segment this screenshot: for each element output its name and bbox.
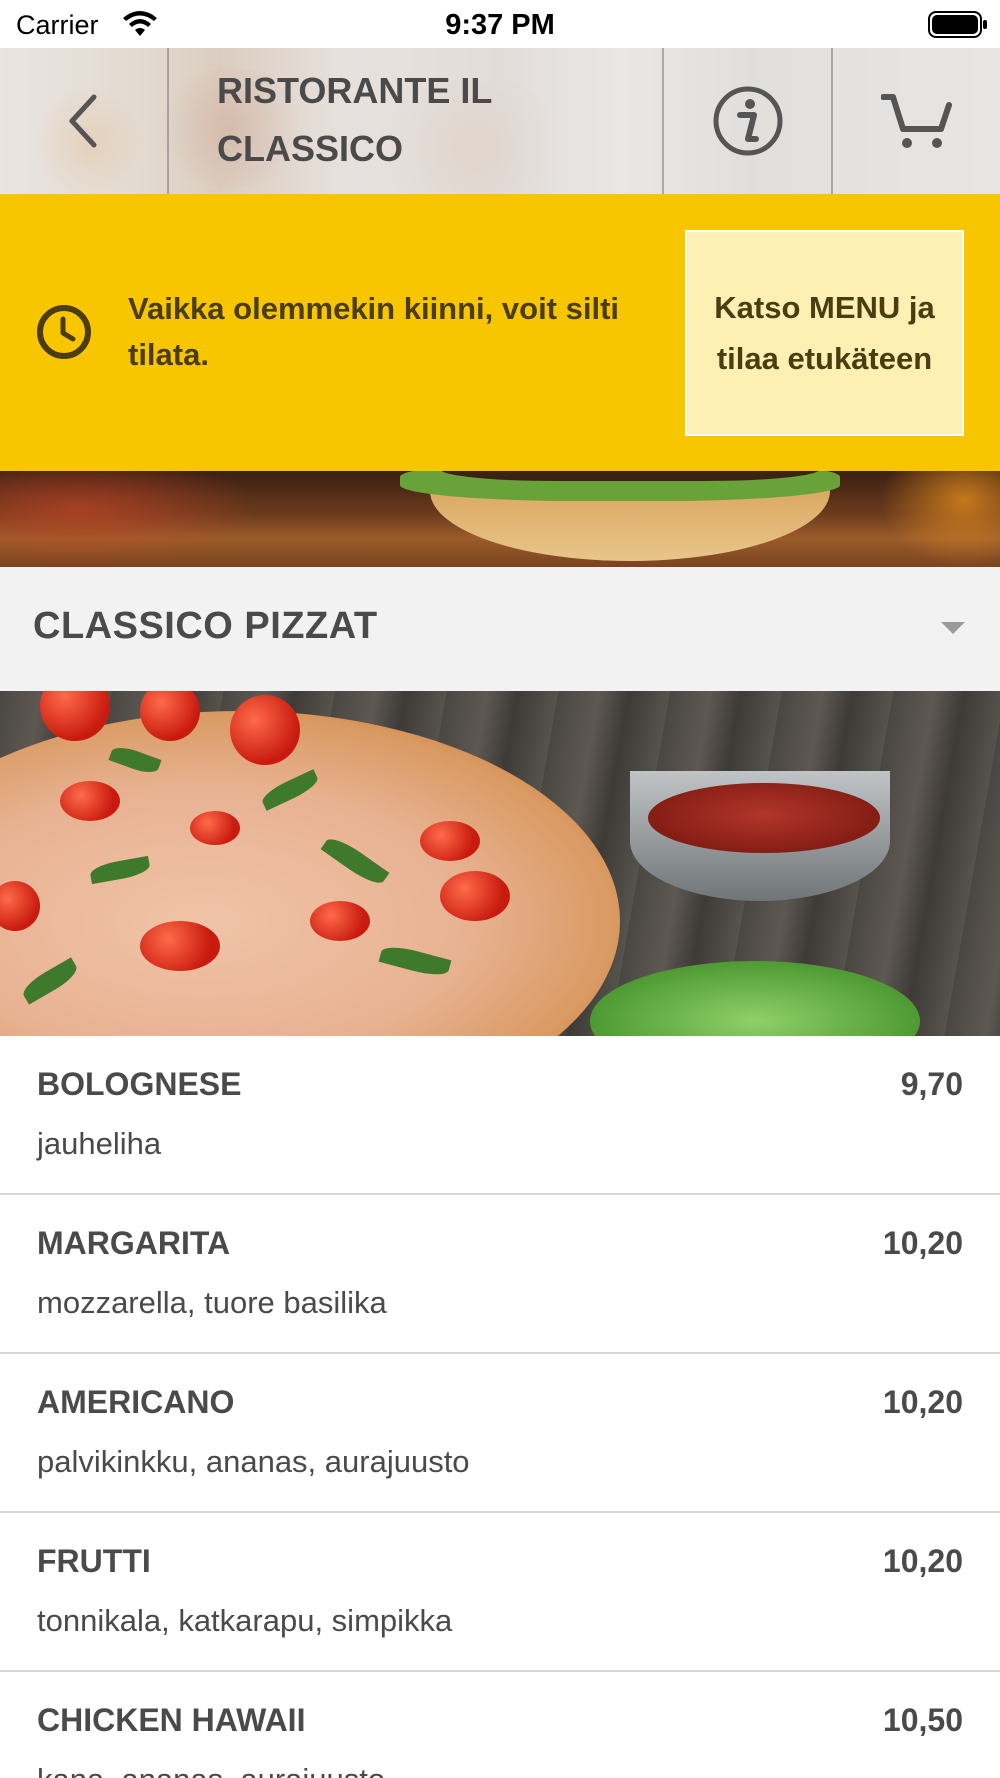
cart-button[interactable] [833,48,1000,194]
image-decoration [590,961,920,1036]
image-decoration [880,471,1000,567]
info-icon [713,86,783,156]
image-decoration [440,871,510,921]
image-decoration [140,921,220,971]
status-bar: Carrier 9:37 PM [0,0,1000,48]
image-decoration [190,811,240,845]
battery-icon [928,11,987,38]
image-decoration [0,471,260,567]
menu-item-name: MARGARITA [37,1225,231,1261]
menu-item-description: kana, ananas, aurajuusto [37,1762,385,1778]
menu-item-name: AMERICANO [37,1384,235,1420]
caret-down-icon[interactable] [941,622,965,634]
menu-list: BOLOGNESE 9,70 jauheliha MARGARITA 10,20… [0,1036,1000,1778]
closed-notice-banner: Vaikka olemmekin kiinni, voit silti tila… [0,194,1000,471]
image-decoration [648,783,880,853]
category-header[interactable]: CLASSICO PIZZAT [0,567,1000,691]
menu-item-price: 10,20 [882,1543,963,1579]
menu-item-description: mozzarella, tuore basilika [37,1285,387,1320]
menu-item-description: palvikinkku, ananas, aurajuusto [37,1444,470,1479]
header-divider [167,48,169,194]
menu-item[interactable]: MARGARITA 10,20 mozzarella, tuore basili… [0,1195,1000,1354]
menu-item-price: 9,70 [900,1066,963,1102]
page-title: RISTORANTE IL CLASSICO [217,70,492,169]
menu-item-name: CHICKEN HAWAII [37,1702,306,1738]
image-decoration [420,821,480,861]
view-menu-preorder-button[interactable]: Katso MENU ja tilaa etukäteen [685,230,964,436]
back-button[interactable] [0,48,167,194]
menu-item-price: 10,20 [882,1384,963,1420]
cart-icon [880,94,952,148]
menu-item-name: BOLOGNESE [37,1066,242,1102]
image-decoration [310,901,370,941]
menu-item[interactable]: CHICKEN HAWAII 10,50 kana, ananas, auraj… [0,1672,1000,1778]
restaurant-banner-image [0,471,1000,567]
menu-item-name: FRUTTI [37,1543,151,1579]
menu-item[interactable]: BOLOGNESE 9,70 jauheliha [0,1036,1000,1195]
category-image [0,691,1000,1036]
menu-item-price: 10,20 [882,1225,963,1261]
clock-icon [37,305,91,359]
closed-notice-text: Vaikka olemmekin kiinni, voit silti tila… [128,291,620,372]
menu-item-description: jauheliha [37,1126,162,1161]
menu-item-description: tonnikala, katkarapu, simpikka [37,1603,453,1638]
menu-item[interactable]: FRUTTI 10,20 tonnikala, katkarapu, simpi… [0,1513,1000,1672]
menu-item[interactable]: AMERICANO 10,20 palvikinkku, ananas, aur… [0,1354,1000,1513]
app-header: RISTORANTE IL CLASSICO [0,48,1000,194]
category-title: CLASSICO PIZZAT [33,605,378,647]
menu-item-price: 10,50 [882,1702,963,1738]
status-time: 9:37 PM [445,9,555,41]
image-decoration [60,781,120,821]
info-button[interactable] [664,48,832,194]
chevron-left-icon [69,94,96,148]
image-decoration [230,695,300,765]
